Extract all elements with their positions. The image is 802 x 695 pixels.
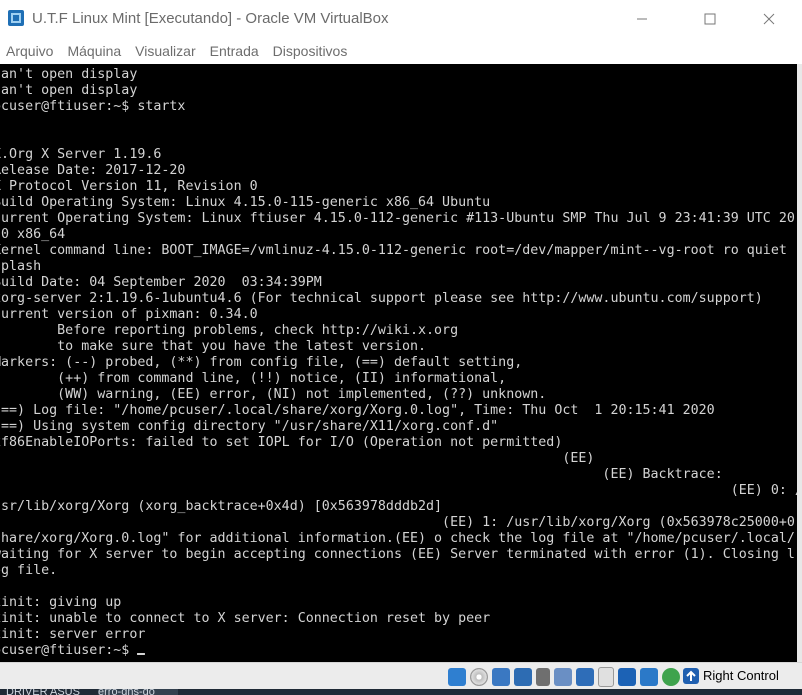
vm-status-bar: Right Control <box>0 662 802 690</box>
terminal-line: (==) Log file: "/home/pcuser/.local/shar… <box>0 402 715 418</box>
terminal-line: (EE) <box>0 450 595 466</box>
menu-arquivo[interactable]: Arquivo <box>0 38 60 64</box>
virtualbox-icon <box>8 10 24 26</box>
terminal-line: xf86EnableIOPorts: failed to set IOPL fo… <box>0 434 563 450</box>
terminal-line: waiting for X server to begin accepting … <box>0 546 795 562</box>
menu-bar: Arquivo Máquina Visualizar Entrada Dispo… <box>0 38 802 64</box>
maximize-button[interactable] <box>687 0 733 38</box>
usb-icon[interactable] <box>536 668 550 686</box>
menu-visualizar[interactable]: Visualizar <box>128 38 202 64</box>
close-button[interactable] <box>746 0 792 38</box>
terminal-line: xinit: giving up <box>0 594 122 610</box>
terminal-line: Before reporting problems, check http://… <box>0 322 459 338</box>
host-key-arrow-icon <box>683 668 699 684</box>
terminal-line: (EE) 0: / <box>0 482 797 498</box>
taskbar-item[interactable]: DRIVER ASUS <box>6 689 90 695</box>
terminal-line: splash <box>0 258 42 274</box>
terminal-line: Markers: (--) probed, (**) from config f… <box>0 354 523 370</box>
menu-dispositivos[interactable]: Dispositivos <box>266 38 355 64</box>
terminal-line: 20 x86_64 <box>0 226 66 242</box>
terminal-line: Release Date: 2017-12-20 <box>0 162 186 178</box>
host-key-label: Right Control <box>703 668 779 683</box>
terminal-line: usr/lib/xorg/Xorg (xorg_backtrace+0x4d) … <box>0 498 443 514</box>
maximize-icon <box>704 13 716 25</box>
close-icon <box>763 13 775 25</box>
terminal-line: (EE) 1: /usr/lib/xorg/Xorg (0x563978c250… <box>0 514 795 530</box>
network-icon[interactable] <box>514 668 532 686</box>
terminal-line: pcuser@ftiuser:~$ <box>0 642 146 658</box>
terminal-line: Kernel command line: BOOT_IMAGE=/vmlinuz… <box>0 242 787 258</box>
window-right-edge <box>797 64 802 662</box>
keyboard-icon[interactable] <box>662 668 680 686</box>
terminal-line: share/xorg/Xorg.0.log" for additional in… <box>0 530 795 546</box>
terminal-line: og file. <box>0 562 58 578</box>
terminal-line: X.Org X Server 1.19.6 <box>0 146 162 162</box>
terminal-line: Can't open display <box>0 82 138 98</box>
terminal-line: Current version of pixman: 0.34.0 <box>0 306 258 322</box>
taskbar-item[interactable]: erro-dns-do <box>98 689 178 695</box>
terminal-line: pcuser@ftiuser:~$ startx <box>0 98 186 114</box>
minimize-icon <box>637 18 647 20</box>
hdd-icon[interactable] <box>448 668 466 686</box>
terminal-line: xinit: unable to connect to X server: Co… <box>0 610 491 626</box>
mouse-integration-icon[interactable] <box>640 668 658 686</box>
menu-maquina[interactable]: Máquina <box>60 38 128 64</box>
terminal-line: (==) Using system config directory "/usr… <box>0 418 499 434</box>
host-taskbar: DRIVER ASUS erro-dns-do <box>0 689 802 695</box>
window-titlebar[interactable]: U.T.F Linux Mint [Executando] - Oracle V… <box>0 0 802 38</box>
terminal-line: (++) from command line, (!!) notice, (II… <box>0 370 507 386</box>
terminal-line: X Protocol Version 11, Revision 0 <box>0 178 258 194</box>
audio-icon[interactable] <box>492 668 510 686</box>
vm-console-screen[interactable]: Can't open display Can't open display pcus… <box>0 64 797 662</box>
recording-icon[interactable] <box>598 667 614 687</box>
cpu-icon[interactable] <box>618 668 636 686</box>
terminal-line: (WW) warning, (EE) error, (NI) not imple… <box>0 386 547 402</box>
terminal-line: Can't open display <box>0 66 138 82</box>
terminal-line: xinit: server error <box>0 626 146 642</box>
terminal-line: Build Operating System: Linux 4.15.0-115… <box>0 194 491 210</box>
terminal-line: Build Date: 04 September 2020 03:34:39PM <box>0 274 322 290</box>
display-icon[interactable] <box>576 668 594 686</box>
terminal-line: xorg-server 2:1.19.6-1ubuntu4.6 (For tec… <box>0 290 763 306</box>
window-title: U.T.F Linux Mint [Executando] - Oracle V… <box>32 10 389 27</box>
terminal-line: (EE) Backtrace: <box>0 466 723 482</box>
terminal-line: Current Operating System: Linux ftiuser … <box>0 210 795 226</box>
optical-disc-icon[interactable] <box>470 668 488 686</box>
terminal-cursor <box>137 653 146 655</box>
menu-entrada[interactable]: Entrada <box>203 38 266 64</box>
shared-folder-icon[interactable] <box>554 668 572 686</box>
terminal-line: to make sure that you have the latest ve… <box>0 338 427 354</box>
minimize-button[interactable] <box>619 0 665 38</box>
